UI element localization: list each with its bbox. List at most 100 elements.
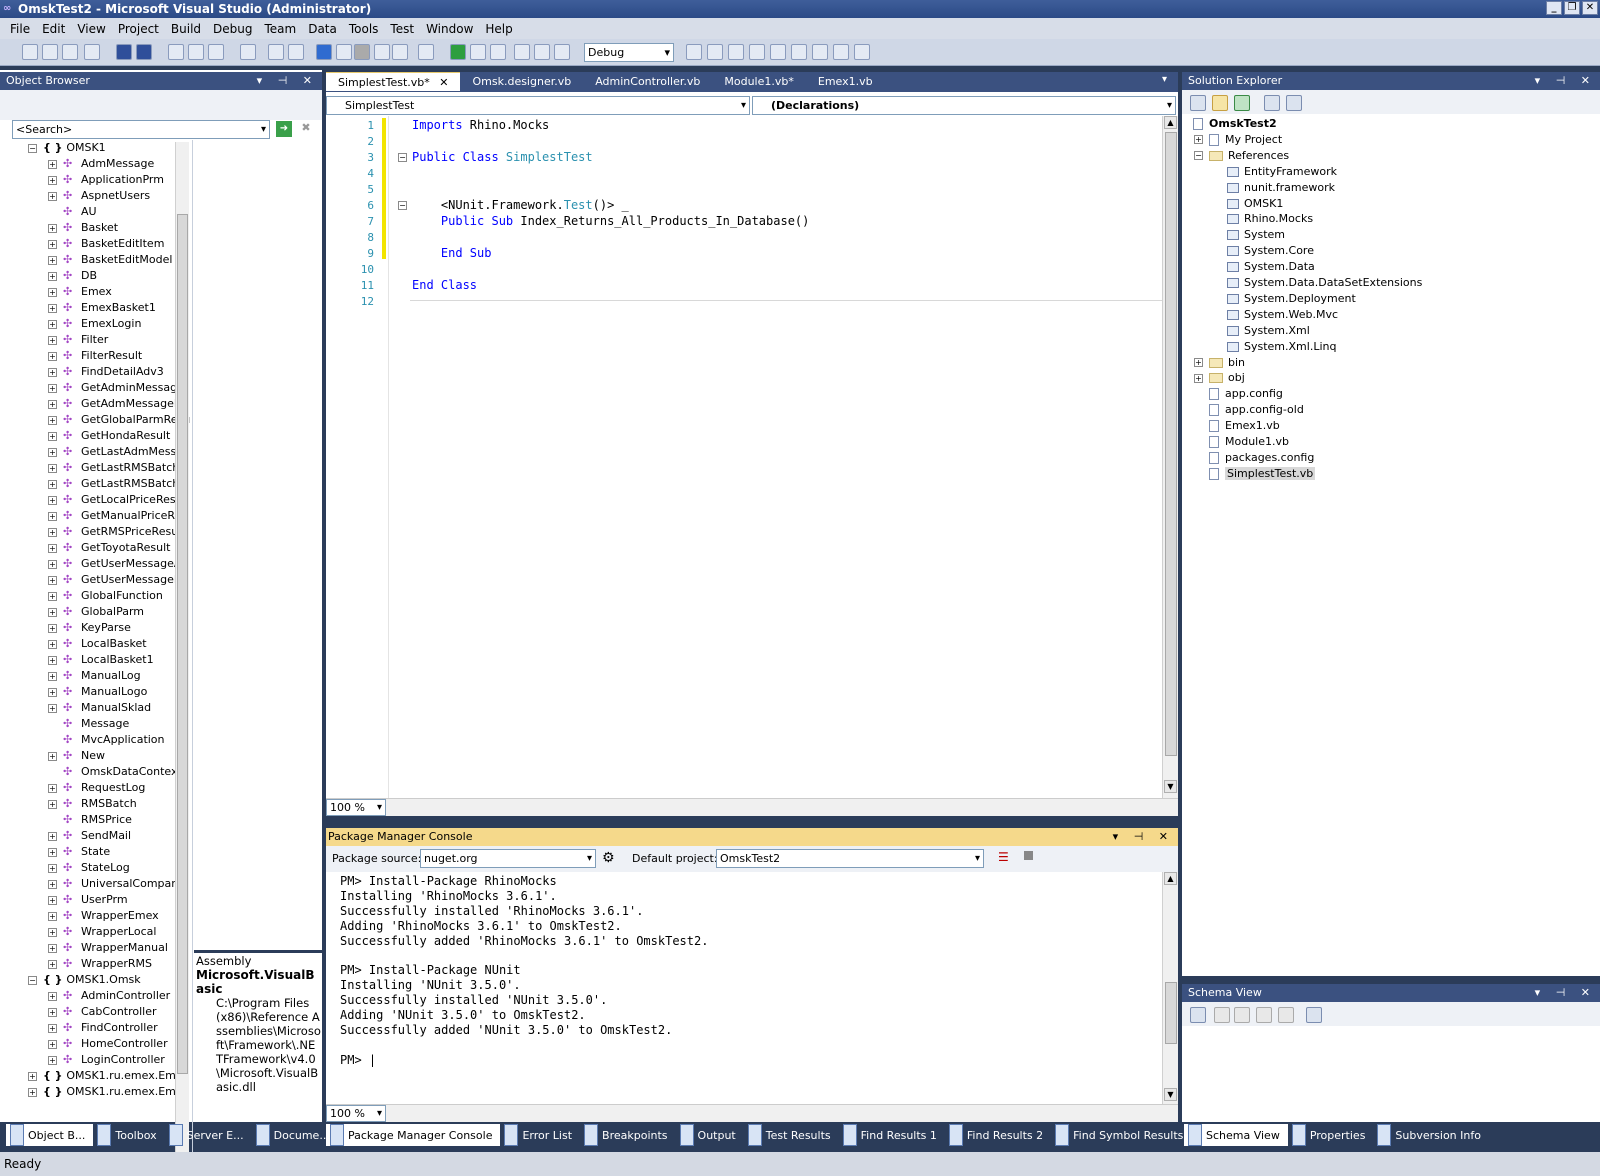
expand-icon[interactable]: + <box>48 639 57 649</box>
scroll-thumb[interactable] <box>177 214 188 1074</box>
bottom-tab[interactable]: Package Manager Console <box>326 1124 501 1146</box>
redo-icon[interactable] <box>354 44 370 60</box>
class-node[interactable]: + ✣ BasketEditModel <box>48 252 172 268</box>
class-node[interactable]: + ✣ ApplicationPrm <box>48 172 164 188</box>
expand-icon[interactable]: + <box>48 943 57 953</box>
code-line[interactable]: <NUnit.Framework.Test()> _ <box>412 198 629 214</box>
package-source-combo[interactable]: nuget.org <box>420 849 596 868</box>
expand-icon[interactable]: + <box>48 255 57 265</box>
save-icon[interactable] <box>116 44 132 60</box>
pmc-hscroll[interactable]: 100 % <box>326 1104 1178 1122</box>
close-tab-icon[interactable]: ✕ <box>436 76 448 89</box>
view-code-icon[interactable] <box>1264 95 1280 111</box>
class-node[interactable]: + ✣ GetGlobalParmResu <box>48 412 190 428</box>
class-node[interactable]: + ✣ Filter <box>48 332 108 348</box>
sort-icon[interactable] <box>1234 1007 1250 1023</box>
menu-team[interactable]: Team <box>258 22 302 36</box>
expand-icon[interactable]: + <box>48 911 57 921</box>
outdent-icon[interactable] <box>288 44 304 60</box>
reference-node[interactable]: +EntityFramework <box>1212 164 1337 180</box>
expand-icon[interactable]: + <box>48 223 57 233</box>
class-node[interactable]: + ✣ GetToyotaResult <box>48 540 170 556</box>
reference-node[interactable]: +System.Data <box>1212 259 1315 275</box>
class-node[interactable]: + ✣ GetAdmMessageRe <box>48 396 188 412</box>
start-debug-icon[interactable] <box>450 44 466 60</box>
bottom-tab[interactable]: Server E... <box>165 1124 252 1146</box>
folder-node[interactable]: + bin <box>1194 355 1245 371</box>
class-node[interactable]: +✣OmskDataContext <box>48 764 182 780</box>
expand-icon[interactable]: + <box>48 1007 57 1017</box>
expand-icon[interactable]: + <box>48 191 57 201</box>
find-icon[interactable] <box>240 44 256 60</box>
expand-icon[interactable]: + <box>48 399 57 409</box>
expand-icon[interactable]: + <box>48 959 57 969</box>
expand-icon[interactable]: + <box>48 831 57 841</box>
scroll-thumb[interactable] <box>1165 982 1177 1044</box>
menu-build[interactable]: Build <box>165 22 207 36</box>
bottom-tab[interactable]: Docume... <box>252 1124 338 1146</box>
expand-icon[interactable]: + <box>1194 373 1203 383</box>
stop-icon[interactable] <box>1024 851 1033 860</box>
expand-icon[interactable]: + <box>48 895 57 905</box>
bottom-tab[interactable]: Properties <box>1288 1124 1374 1146</box>
project-node[interactable]: +OmskTest2 <box>1178 116 1277 132</box>
class-node[interactable]: + ✣ ManualLog <box>48 668 141 684</box>
class-node[interactable]: + ✣ FilterResult <box>48 348 142 364</box>
expand-icon[interactable]: + <box>28 1071 37 1081</box>
class-node[interactable]: + ✣ KeyParse <box>48 620 131 636</box>
class-node[interactable]: + ✣ UniversalComparer <box>48 876 187 892</box>
expand-icon[interactable]: + <box>48 559 57 569</box>
save-all-icon[interactable] <box>136 44 152 60</box>
expand-icon[interactable]: + <box>48 847 57 857</box>
reference-node[interactable]: +System <box>1212 227 1285 243</box>
class-node[interactable]: + ✣ DB <box>48 268 97 284</box>
pane-controls[interactable]: ▾ ⊣ ✕ <box>1535 72 1596 90</box>
class-combo[interactable]: SimplestTest <box>326 96 750 115</box>
file-node[interactable]: +app.config <box>1194 386 1283 402</box>
code-line[interactable]: Public Sub Index_Returns_All_Products_In… <box>412 214 809 230</box>
class-node[interactable]: + ✣ EmexLogin <box>48 316 141 332</box>
code-line[interactable]: Imports Rhino.Mocks <box>412 118 549 134</box>
expand-icon[interactable]: + <box>48 671 57 681</box>
namespace-node[interactable]: + { } OMSK1.ru.emex.EmEx <box>28 1084 189 1100</box>
expand-icon[interactable]: + <box>48 655 57 665</box>
class-node[interactable]: + ✣ RequestLog <box>48 780 145 796</box>
editor-tab[interactable]: SimplestTest.vb* ✕ <box>326 72 461 91</box>
menu-edit[interactable]: Edit <box>36 22 71 36</box>
class-node[interactable]: + ✣ FindController <box>48 1020 158 1036</box>
menu-help[interactable]: Help <box>479 22 518 36</box>
editor-hscroll[interactable]: 100 % <box>326 798 1178 816</box>
class-node[interactable]: + ✣ LocalBasket <box>48 636 147 652</box>
object-browser-search[interactable]: <Search> <box>12 120 270 139</box>
class-node[interactable]: + ✣ GetRMSPriceResult <box>48 524 186 540</box>
class-node[interactable]: + ✣ State <box>48 844 110 860</box>
bottom-tab[interactable]: Breakpoints <box>580 1124 676 1146</box>
configuration-dropdown[interactable]: Debug <box>584 43 674 62</box>
namespace-node[interactable]: + { } OMSK1.ru.emex.EmEx <box>28 1068 189 1084</box>
show-all-files-icon[interactable] <box>1212 95 1228 111</box>
options-icon[interactable] <box>1306 1007 1322 1023</box>
object-tree-scrollbar[interactable] <box>175 142 189 1176</box>
new-project-icon[interactable] <box>22 44 38 60</box>
menu-file[interactable]: File <box>4 22 36 36</box>
close-button[interactable]: ✕ <box>1582 1 1598 15</box>
tool2-icon[interactable] <box>707 44 723 60</box>
expand-icon[interactable]: + <box>48 783 57 793</box>
expand-icon[interactable]: + <box>48 1023 57 1033</box>
expand-icon[interactable]: + <box>48 447 57 457</box>
expand-icon[interactable]: + <box>48 367 57 377</box>
class-node[interactable]: + ✣ GetUserMessageAI <box>48 556 185 572</box>
expand-icon[interactable]: + <box>48 335 57 345</box>
class-node[interactable]: + ✣ BasketEditItem <box>48 236 164 252</box>
expand-icon[interactable]: + <box>48 303 57 313</box>
menu-test[interactable]: Test <box>384 22 420 36</box>
file-node[interactable]: +packages.config <box>1194 450 1314 466</box>
expand-icon[interactable]: + <box>48 319 57 329</box>
class-node[interactable]: +✣RMSPrice <box>48 812 132 828</box>
menu-view[interactable]: View <box>71 22 111 36</box>
tool5-icon[interactable] <box>770 44 786 60</box>
minimize-button[interactable]: _ <box>1546 1 1562 15</box>
menu-tools[interactable]: Tools <box>343 22 385 36</box>
search-go-icon[interactable]: ➜ <box>276 121 292 137</box>
class-node[interactable]: + ✣ WrapperEmex <box>48 908 159 924</box>
